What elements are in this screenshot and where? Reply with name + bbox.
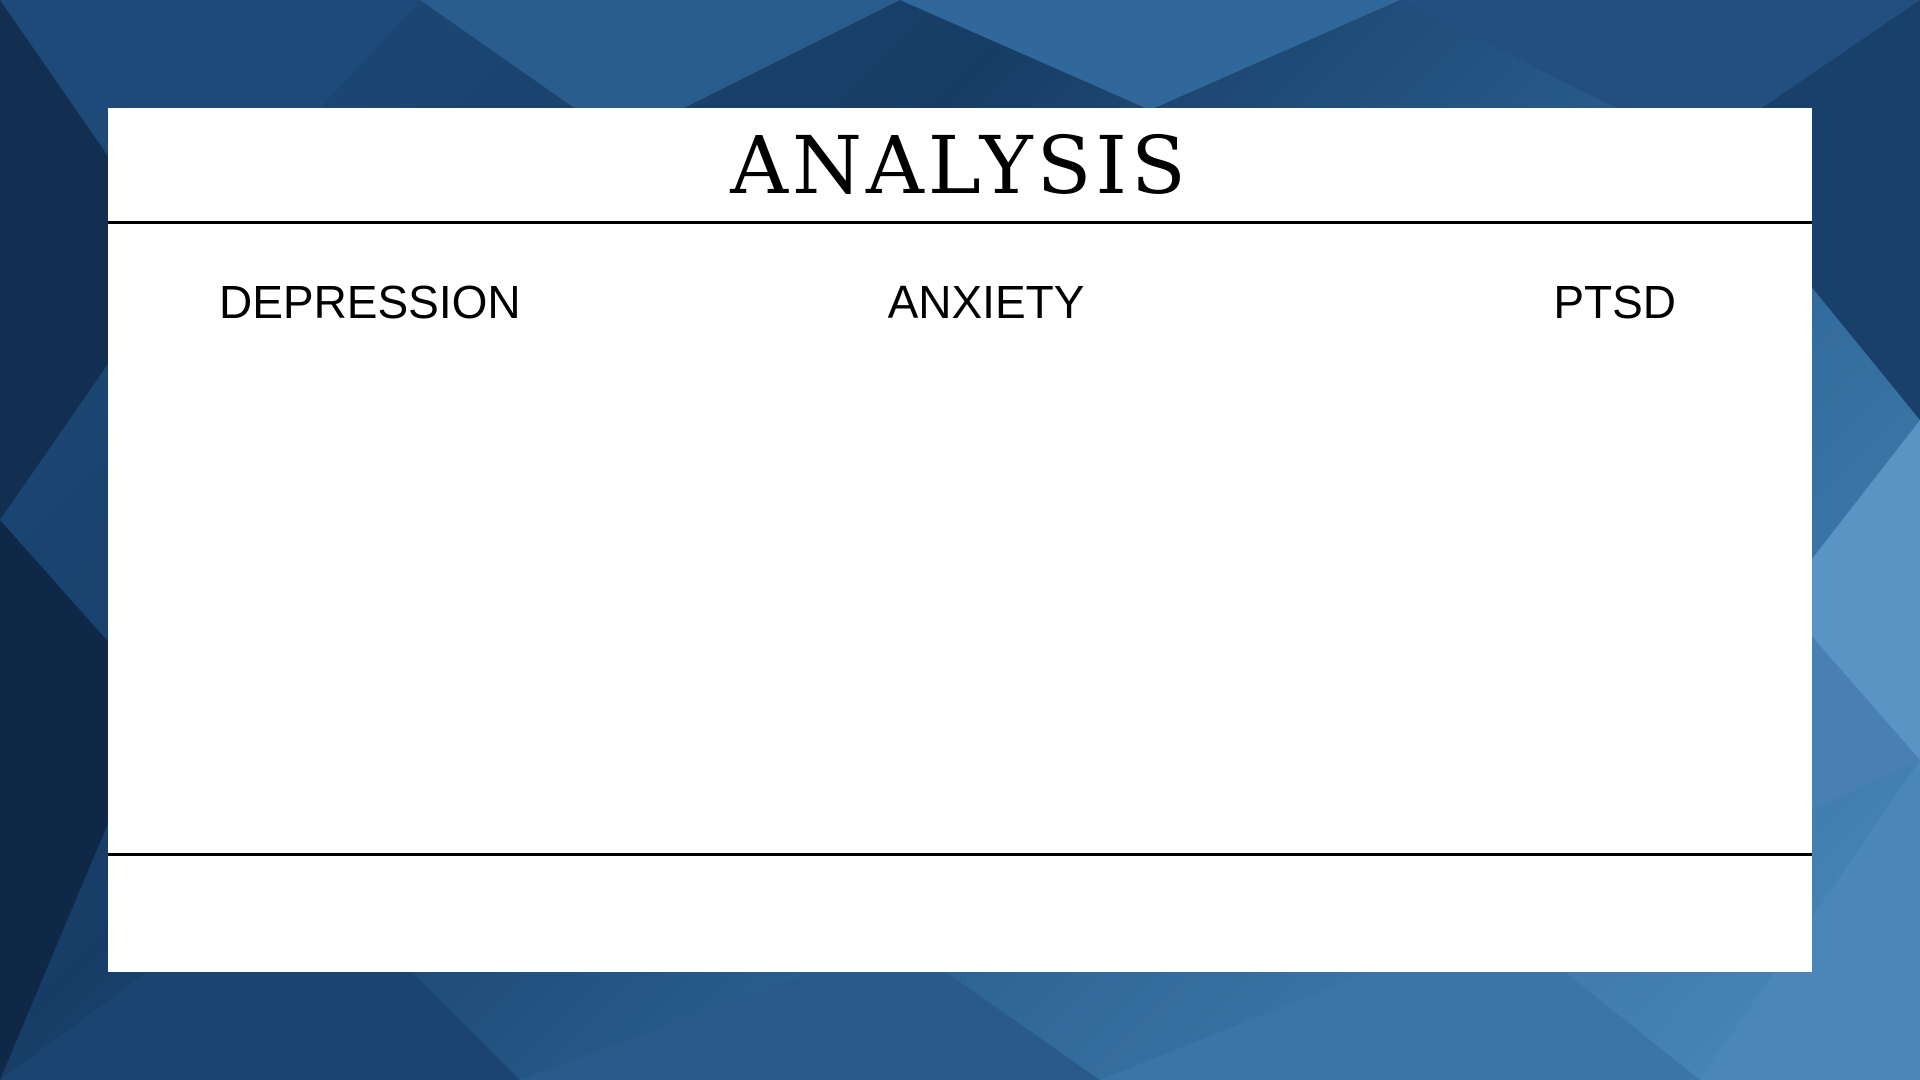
bottom-divider (108, 853, 1812, 856)
title-divider (108, 221, 1812, 224)
content-card: ANALYSIS DEPRESSION ANXIETY PTSD (108, 108, 1812, 972)
slide-title: ANALYSIS (730, 119, 1190, 212)
column-header-ptsd: PTSD (1553, 276, 1676, 328)
